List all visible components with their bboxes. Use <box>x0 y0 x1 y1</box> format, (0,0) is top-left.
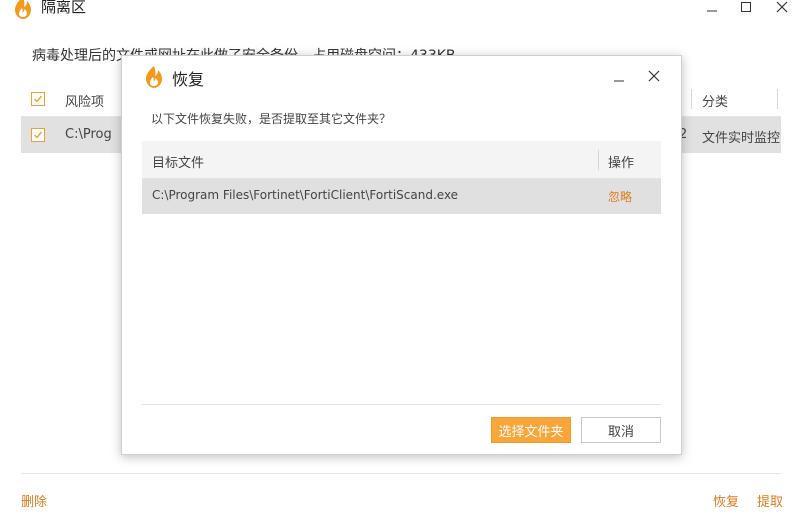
title-bar: 隔离区 <box>0 0 810 24</box>
column-divider <box>691 89 692 109</box>
row-checkbox[interactable] <box>31 128 45 142</box>
table-row: C:\Program Files\Fortinet\FortiClient\Fo… <box>142 179 661 214</box>
window-title: 隔离区 <box>41 0 87 16</box>
minimize-icon <box>614 80 624 82</box>
footer-divider <box>21 473 781 474</box>
table-header: 目标文件 操作 <box>142 141 661 179</box>
dialog-message: 以下文件恢复失败，是否提取至其它文件夹？ <box>151 112 392 126</box>
close-icon <box>776 1 788 13</box>
dialog-minimize-button[interactable] <box>606 64 632 88</box>
restore-link[interactable]: 恢复 <box>713 491 739 510</box>
row-category: 文件实时监控 <box>702 131 781 146</box>
ignore-link[interactable]: 忽略 <box>608 188 632 205</box>
select-all-checkbox[interactable] <box>31 92 45 106</box>
header-action: 操作 <box>608 156 635 171</box>
dialog-title: 恢复 <box>172 70 205 89</box>
header-risk-item: 风险项 <box>65 95 105 110</box>
row-file-path: C:\Program Files\Fortinet\FortiClient\Fo… <box>152 188 459 202</box>
column-divider <box>777 89 778 109</box>
extract-link[interactable]: 提取 <box>757 491 783 510</box>
checkmark-icon <box>34 131 43 139</box>
choose-folder-button[interactable]: 选择文件夹 <box>491 417 571 443</box>
maximize-icon <box>741 2 751 12</box>
column-divider <box>598 150 599 170</box>
delete-link[interactable]: 删除 <box>21 491 47 510</box>
checkmark-icon <box>34 95 43 103</box>
header-target-file: 目标文件 <box>152 156 205 171</box>
flame-logo-icon <box>12 0 34 20</box>
minimize-icon <box>707 10 717 12</box>
failed-files-table: 目标文件 操作 C:\Program Files\Fortinet\FortiC… <box>142 141 661 406</box>
dialog-close-button[interactable] <box>641 64 667 88</box>
dialog-footer-divider <box>142 404 661 405</box>
close-button[interactable] <box>767 0 797 18</box>
cancel-button[interactable]: 取消 <box>581 417 661 443</box>
restore-dialog: 恢复 以下文件恢复失败，是否提取至其它文件夹？ 目标文件 操作 C:\Progr… <box>121 55 682 455</box>
close-icon <box>648 70 660 82</box>
flame-logo-icon <box>143 65 165 89</box>
maximize-button[interactable] <box>731 0 761 18</box>
minimize-button[interactable] <box>697 0 727 18</box>
row-path: C:\Prog <box>65 127 112 142</box>
header-category: 分类 <box>702 95 729 110</box>
